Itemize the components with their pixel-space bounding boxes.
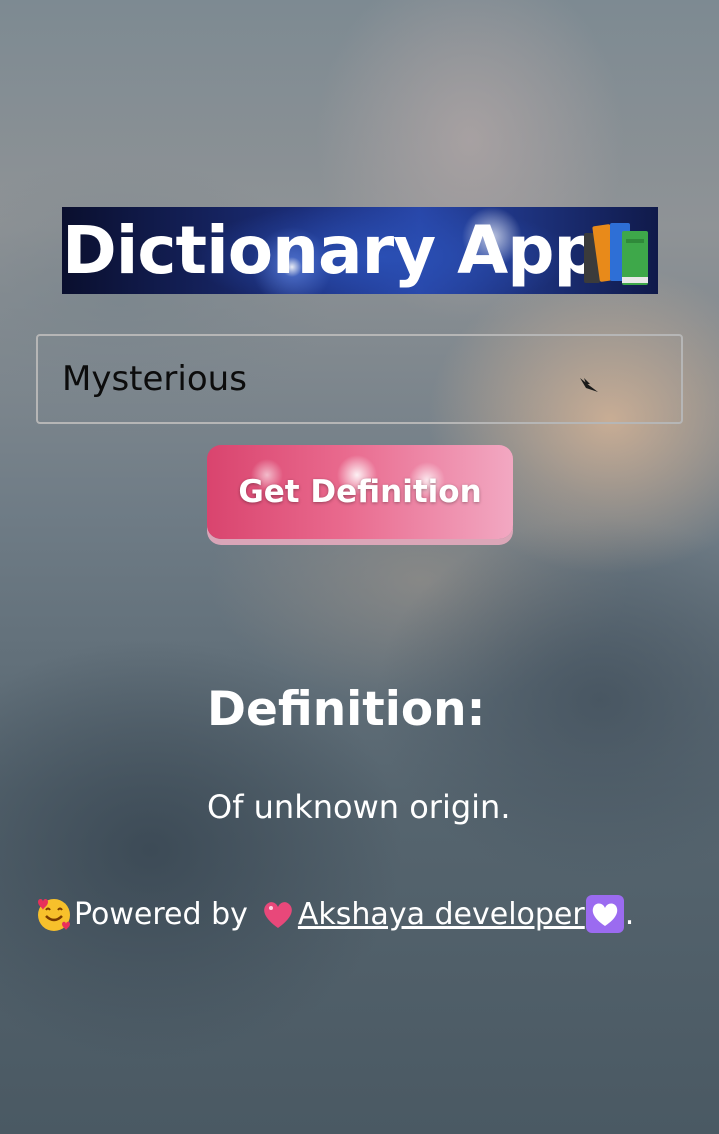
smiling-hearts-emoji-icon: [38, 899, 70, 931]
definition-heading: Definition:: [207, 682, 486, 737]
app-title-banner: Dictionary App: [62, 207, 658, 294]
developer-link[interactable]: Akshaya developer: [258, 894, 625, 934]
books-icon: [584, 223, 648, 285]
developer-link-label[interactable]: Akshaya developer: [298, 897, 585, 932]
footer: Powered by Akshaya developer .: [34, 894, 634, 934]
get-definition-button[interactable]: Get Definition: [207, 445, 513, 539]
definition-text: Of unknown origin.: [207, 788, 511, 826]
heart-emoji-icon: [264, 902, 292, 928]
footer-suffix: .: [624, 896, 635, 932]
white-heart-emoji-icon: [585, 895, 624, 933]
app-title: Dictionary App: [62, 212, 601, 289]
bird-icon: [580, 378, 598, 392]
footer-prefix: Powered by: [74, 896, 248, 932]
